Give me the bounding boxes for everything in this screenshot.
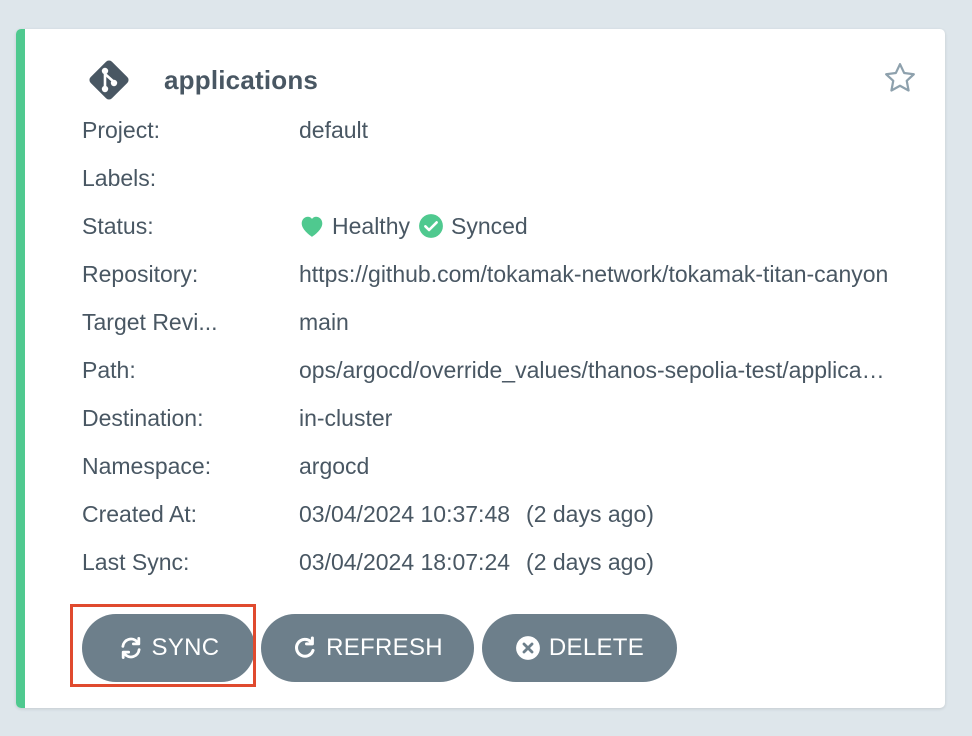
last-sync-relative: (2 days ago)	[526, 548, 654, 575]
detail-label: Destination:	[82, 404, 204, 431]
target-revision-value: main	[299, 308, 349, 335]
repository-url[interactable]: https://github.com/tokamak-network/tokam…	[299, 261, 888, 288]
project-value: default	[299, 116, 369, 143]
detail-label: Namespace:	[82, 452, 212, 479]
detail-label: Project:	[82, 116, 160, 143]
star-icon[interactable]	[882, 60, 918, 96]
delete-button[interactable]: DELETE	[482, 614, 677, 682]
sync-status-label: Synced	[450, 212, 528, 239]
detail-label: Labels:	[82, 164, 157, 191]
check-circle-icon	[419, 214, 443, 238]
detail-row-last-sync: Last Sync: 03/04/2024 18:07:24 (2 days a…	[82, 538, 902, 586]
status-value: Healthy Synced	[299, 213, 902, 240]
sync-status: Synced	[418, 213, 528, 240]
sync-button[interactable]: SYNC	[82, 614, 255, 682]
detail-row-labels: Labels:	[82, 154, 902, 202]
detail-row-target-revision: Target Revi... main	[82, 298, 902, 346]
detail-label: Target Revi...	[82, 308, 218, 335]
detail-row-created-at: Created At: 03/04/2024 10:37:48 (2 days …	[82, 490, 902, 538]
repository-value: https://github.com/tokamak-network/tokam…	[299, 261, 902, 288]
refresh-button[interactable]: REFRESH	[261, 614, 474, 682]
refresh-button-label: REFRESH	[326, 634, 443, 661]
detail-label: Status:	[82, 212, 154, 239]
detail-label: Repository:	[82, 260, 199, 287]
created-at-value: 03/04/2024 10:37:48 (2 days ago)	[299, 501, 902, 528]
action-buttons: SYNC REFRESH DELETE	[82, 614, 677, 682]
close-circle-icon	[515, 636, 540, 660]
created-at-relative: (2 days ago)	[526, 500, 654, 527]
delete-button-label: DELETE	[548, 634, 645, 661]
path-value: ops/argocd/override_values/thanos-sepoli…	[299, 357, 902, 384]
refresh-icon	[295, 636, 315, 658]
detail-label: Path:	[82, 356, 136, 383]
health-status: Healthy	[299, 213, 410, 240]
detail-row-path: Path: ops/argocd/override_values/thanos-…	[82, 346, 902, 394]
path-text: ops/argocd/override_values/thanos-sepoli…	[299, 356, 889, 383]
health-status-bar	[16, 29, 25, 708]
sync-icon	[121, 637, 141, 659]
created-at-timestamp: 03/04/2024 10:37:48	[299, 500, 511, 527]
application-card[interactable]: applications Project: default Labels: St…	[16, 29, 945, 708]
application-name[interactable]: applications	[164, 65, 318, 96]
detail-row-repository: Repository: https://github.com/tokamak-n…	[82, 250, 902, 298]
sync-button-label: SYNC	[151, 634, 220, 661]
detail-label: Created At:	[82, 500, 198, 527]
health-status-label: Healthy	[332, 212, 410, 239]
detail-label: Last Sync:	[82, 548, 190, 575]
git-icon	[83, 54, 135, 106]
last-sync-value: 03/04/2024 18:07:24 (2 days ago)	[299, 549, 902, 576]
destination-value: in-cluster	[299, 404, 393, 431]
detail-row-status: Status: Healthy Synced	[82, 202, 902, 250]
last-sync-timestamp: 03/04/2024 18:07:24	[299, 548, 511, 575]
detail-row-namespace: Namespace: argocd	[82, 442, 902, 490]
details-list: Project: default Labels: Status: Healthy	[82, 106, 902, 586]
card-header: applications	[83, 55, 318, 105]
detail-row-destination: Destination: in-cluster	[82, 394, 902, 442]
namespace-value: argocd	[299, 452, 370, 479]
detail-row-project: Project: default	[82, 106, 902, 154]
heart-icon	[301, 216, 323, 237]
